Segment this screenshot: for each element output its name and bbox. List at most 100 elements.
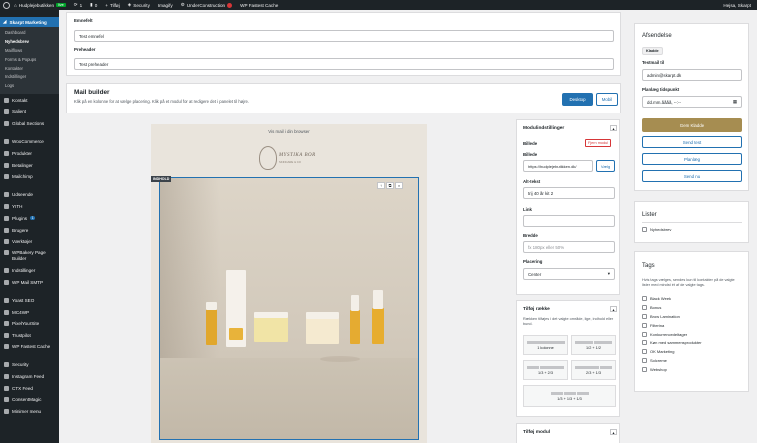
placement-label: Placering — [523, 259, 543, 264]
underconstruction-link[interactable]: ⚙ UnderConstruction — [177, 2, 236, 8]
sidebar-item-udseende[interactable]: Udseende — [0, 189, 59, 201]
shield-icon: ◈ — [127, 2, 132, 7]
row-layout-twothirds-third[interactable]: 2/3 + 1/3 — [571, 360, 616, 380]
schedule-input[interactable]: dd.mm.åååå, --:-- ▦ — [642, 96, 742, 108]
tag-checkbox[interactable]: Køn med sammensprodukter — [642, 338, 702, 347]
schedule-button[interactable]: Planlæg — [642, 153, 742, 165]
choose-image-button[interactable]: Vælg — [596, 160, 615, 172]
send-test-button[interactable]: Send test — [642, 136, 742, 148]
sidebar-item-indstillinger[interactable]: Indstillinger — [0, 265, 59, 277]
send-now-button[interactable]: Send nu — [642, 170, 742, 182]
alt-text-input[interactable]: trij 40 år kit 2 — [523, 187, 615, 199]
sidebar-item-yith[interactable]: YITH — [0, 201, 59, 213]
submenu-item-indstillinger[interactable]: Indstillinger — [0, 73, 59, 82]
sidebar-item-global-sections[interactable]: Global Sections — [0, 118, 59, 130]
sidebar-item-mc4wp[interactable]: MC4WP — [0, 306, 59, 318]
admin-bar: ⌂ Hudplejebutikken live ⟳ 1 ▮ 0 + Tilføj… — [0, 0, 757, 10]
comments-link[interactable]: ▮ 0 — [86, 2, 101, 8]
placement-select[interactable]: Center ▾ — [523, 268, 615, 280]
tag-checkbox[interactable]: Black Week — [642, 294, 702, 303]
submenu-item-forms-popups[interactable]: Forms & Popups — [0, 56, 59, 65]
settings-icon: ⚙ — [180, 2, 185, 7]
preheader-input[interactable]: Test preheader — [74, 58, 614, 70]
security-link[interactable]: ◈ Security — [124, 2, 154, 8]
sidebar-item-instagram-feed[interactable]: Instagram Feed — [0, 370, 59, 382]
mail-icon — [4, 97, 9, 103]
tag-checkbox[interactable]: Filterina — [642, 321, 702, 330]
sidebar-item-vaerktoejer[interactable]: Værktøjer — [0, 236, 59, 248]
delete-icon[interactable]: × — [395, 182, 403, 189]
sidebar-item-woocommerce[interactable]: WooCommerce — [0, 136, 59, 148]
sidebar-item-wp-mail-smtp[interactable]: WP Mail SMTP — [0, 277, 59, 289]
tag-checkbox[interactable]: Bonus — [642, 303, 702, 312]
updates-link[interactable]: ⟳ 1 — [70, 2, 86, 8]
sidebar-item-security[interactable]: Security — [0, 359, 59, 371]
sidebar-item-brugere[interactable]: Brugere — [0, 224, 59, 236]
desktop-view-button[interactable]: Desktop — [562, 93, 593, 106]
subject-input[interactable]: Test emnefel — [74, 30, 614, 42]
sidebar-item-skarpt-marketing[interactable]: ◢ Skarpt Marketing — [0, 17, 59, 27]
row-layout-thirds[interactable]: 1/3 + 1/3 + 1/3 — [523, 385, 616, 407]
wordpress-logo-icon[interactable] — [3, 1, 10, 9]
sidebar-item-betalinger[interactable]: Betalinger — [0, 159, 59, 171]
move-up-icon[interactable]: ↑ — [377, 182, 385, 189]
tag-checkbox[interactable]: Brow Lamination — [642, 312, 702, 321]
status-dot-icon — [227, 2, 233, 8]
list-checkbox-nyhedsbrev[interactable]: Nyhedsbrev — [642, 225, 671, 234]
view-in-browser-link[interactable]: Vis mail i din browser — [151, 129, 427, 134]
width-input[interactable]: fx 180px eller 50% — [523, 241, 615, 253]
sidebar-item-wp-fastest-cache[interactable]: WP Fastest Cache — [0, 342, 59, 359]
sidebar-item-yoast-seo[interactable]: Yoast SEO — [0, 294, 59, 306]
sidebar-item-wpbakery[interactable]: WPBakery Page Builder — [0, 248, 59, 265]
save-draft-button[interactable]: Gem Kladde — [642, 118, 742, 132]
sidebar-item-produkter[interactable]: Produkter — [0, 147, 59, 159]
collapse-icon — [4, 409, 9, 415]
tag-checkbox[interactable]: OK Marketing — [642, 347, 702, 356]
woocommerce-icon — [4, 139, 9, 145]
submenu-item-nyhedsbrev[interactable]: Nyhedsbrev — [0, 38, 59, 47]
sidebar-item-mailchimp[interactable]: Mailchimp — [0, 171, 59, 183]
collapse-toggle-icon[interactable]: ▴ — [610, 429, 617, 435]
checkbox-icon — [642, 331, 647, 337]
submenu-item-logs[interactable]: Logs — [0, 82, 59, 91]
collapse-toggle-icon[interactable]: ▴ — [610, 125, 617, 131]
product-image-module[interactable] — [159, 177, 419, 440]
tag-checkbox[interactable]: Konkurrencedeltager — [642, 330, 702, 339]
feed-icon — [4, 385, 9, 391]
duplicate-icon[interactable]: ⧉ — [386, 182, 394, 189]
sections-icon — [4, 121, 9, 127]
tag-checkbox[interactable]: Webshop — [642, 365, 702, 374]
row-layout-third-twothirds[interactable]: 1/3 + 2/3 — [523, 360, 568, 380]
sidebar-item-pixelyoursite[interactable]: PixelYourSite — [0, 318, 59, 330]
sidebar-item-minimer-menu[interactable]: Minimer menu — [0, 406, 59, 418]
sidebar-item-plugins[interactable]: Plugins 1 — [0, 212, 59, 224]
row-layout-1-col[interactable]: 1 kolonne — [523, 335, 568, 355]
user-greeting[interactable]: Hejsa, Skarpt — [719, 3, 757, 8]
tag-checkbox[interactable]: Solcreme — [642, 356, 702, 365]
sidebar-item-trustpilot[interactable]: Trustpilot — [0, 330, 59, 342]
submenu-item-kontakter[interactable]: Kontakter — [0, 65, 59, 74]
smtp-icon — [4, 279, 9, 285]
collapse-toggle-icon[interactable]: ▴ — [610, 306, 617, 312]
cache-link[interactable]: WP Fastest Cache — [236, 3, 282, 8]
sidebar-item-kontakt[interactable]: Kontakt — [0, 94, 59, 106]
imagify-link[interactable]: Imagify — [154, 3, 177, 8]
module-toolbar: ↑ ⧉ × — [377, 182, 403, 189]
submenu-item-mailflows[interactable]: Mailflows — [0, 47, 59, 56]
remove-module-button[interactable]: Fjern modul — [585, 139, 612, 147]
mobile-view-button[interactable]: Mobil — [596, 93, 618, 106]
new-content-link[interactable]: + Tilføj — [101, 3, 123, 8]
sidebar-item-consentmagic[interactable]: ConsentMagic — [0, 394, 59, 406]
testmail-input[interactable]: admin@skarpt.dk — [642, 69, 742, 81]
row-layout-half-half[interactable]: 1/2 + 1/2 — [571, 335, 616, 355]
sidebar-item-salient[interactable]: Salient — [0, 106, 59, 118]
add-module-panel: Tilføj modul ▴ — [516, 423, 620, 443]
checkbox-icon — [642, 358, 647, 364]
site-name-link[interactable]: ⌂ Hudplejebutikken live — [10, 3, 70, 8]
wpbakery-icon — [4, 249, 9, 255]
image-url-input[interactable]: https://hudplejebutikken.dk/ — [523, 160, 593, 172]
link-input[interactable] — [523, 215, 615, 227]
sidebar-item-ctx-feed[interactable]: CTX Feed — [0, 382, 59, 394]
submenu-item-dashboard[interactable]: Dashboard — [0, 29, 59, 38]
mail-builder-title: Mail builder — [74, 89, 110, 96]
